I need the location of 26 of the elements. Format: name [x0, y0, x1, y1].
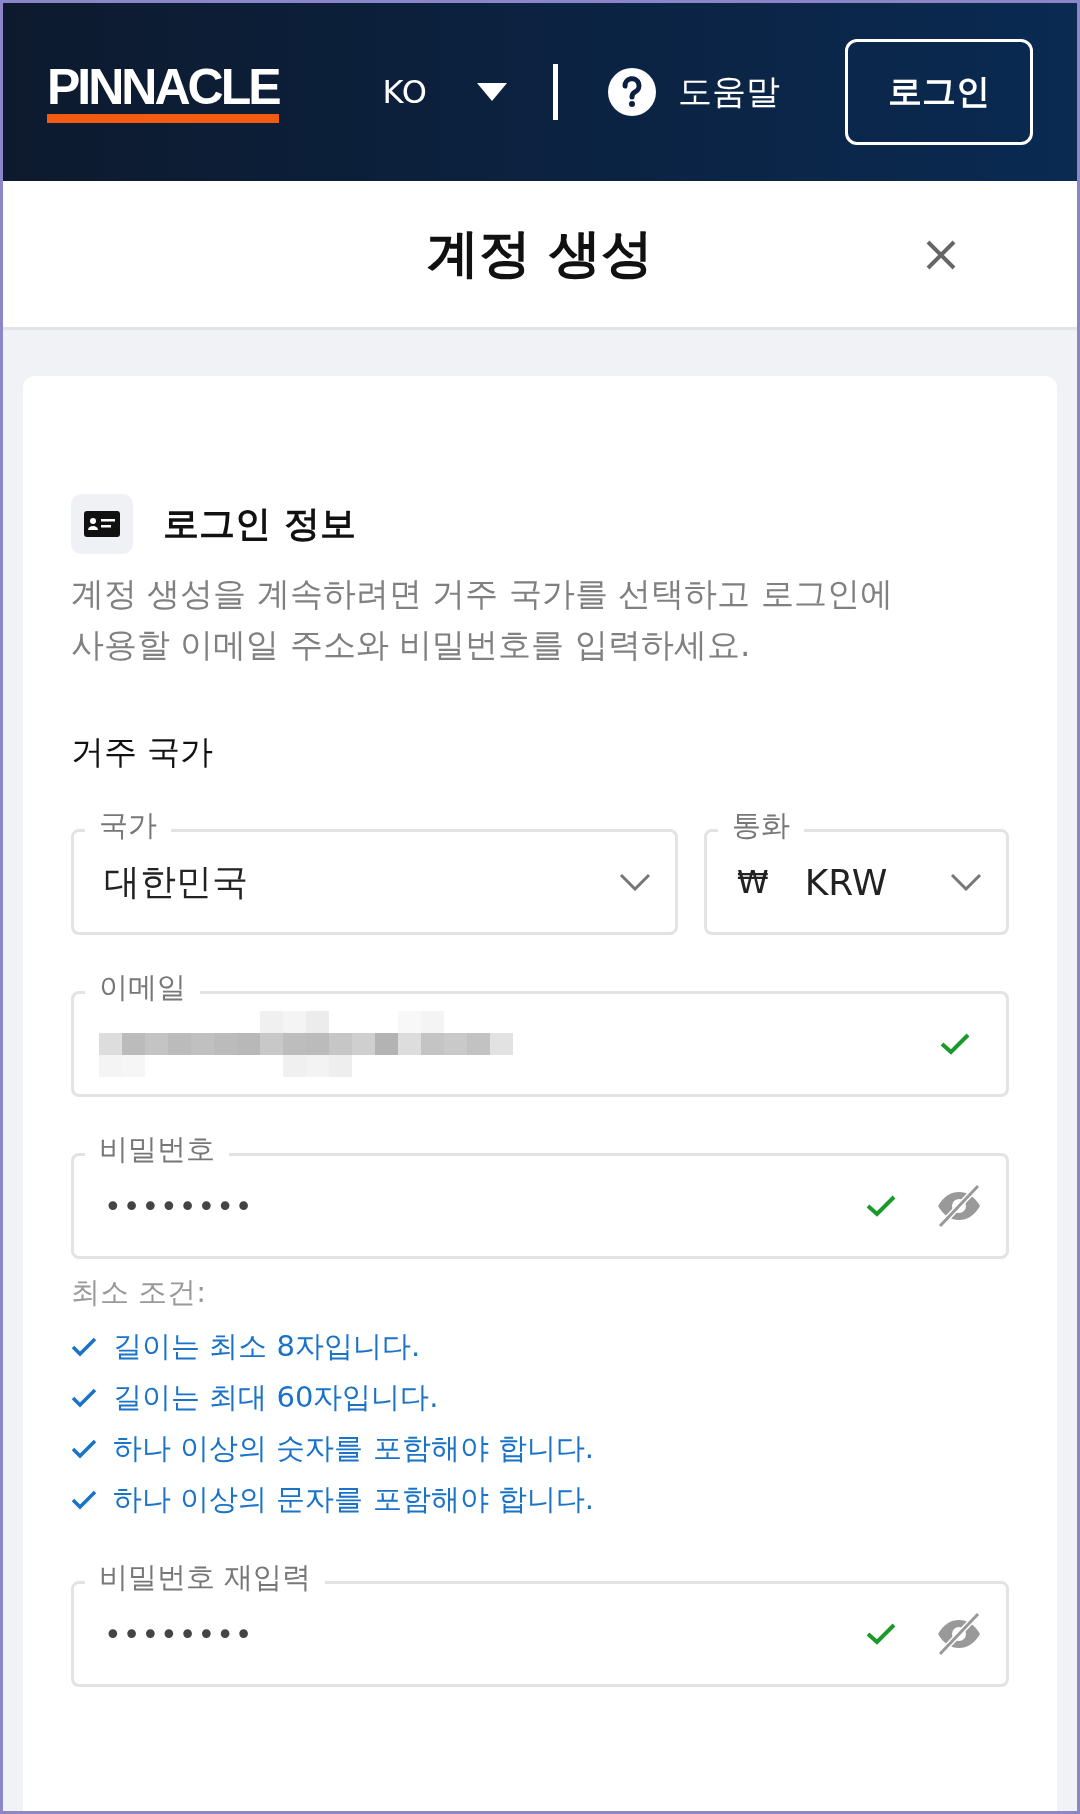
requirements-title: 최소 조건: — [71, 1274, 207, 1311]
requirement-text: 길이는 최대 60자입니다. — [113, 1378, 439, 1416]
id-card-icon — [71, 494, 133, 554]
section-title: 로그인 정보 — [163, 501, 356, 546]
help-icon — [608, 68, 656, 116]
requirement-text: 하나 이상의 문자를 포함해야 합니다. — [113, 1480, 595, 1518]
select-field[interactable]: 국가 대한민국 — [71, 807, 678, 935]
confirm-password-field[interactable]: 비밀번호 재입력 •••••••• — [71, 1559, 1009, 1687]
password-field[interactable]: 비밀번호 •••••••• — [71, 1131, 1009, 1259]
close-icon[interactable] — [925, 239, 957, 271]
language-selector[interactable]: KO — [382, 73, 507, 111]
requirement-text: 길이는 최소 8자입니다. — [113, 1327, 421, 1365]
caret-icon — [477, 83, 507, 101]
chevron-down-icon — [950, 873, 982, 891]
login-button[interactable]: 로그인 — [845, 39, 1033, 145]
section-description: 계정 생성을 계속하려면 거주 국가를 선택하고 로그인에 사용할 이메일 주소와 비밀번호를 입력하세요. — [71, 573, 894, 666]
eye-slash-icon[interactable] — [936, 1612, 982, 1656]
help-link[interactable]: 도움말 — [608, 68, 780, 116]
email-field[interactable]: 이메일 — [71, 969, 1009, 1097]
requirement-text: 하나 이상의 숫자를 포함해야 합니다. — [113, 1429, 595, 1467]
logo[interactable]: PINNACLE — [47, 61, 279, 123]
eye-slash-icon[interactable] — [936, 1184, 982, 1228]
subheading: 거주 국가 — [71, 731, 215, 773]
page-title: 계정 생성 — [426, 222, 654, 285]
chevron-down-icon — [619, 873, 651, 891]
select-field[interactable]: 통화 ₩ KRW — [704, 807, 1009, 935]
